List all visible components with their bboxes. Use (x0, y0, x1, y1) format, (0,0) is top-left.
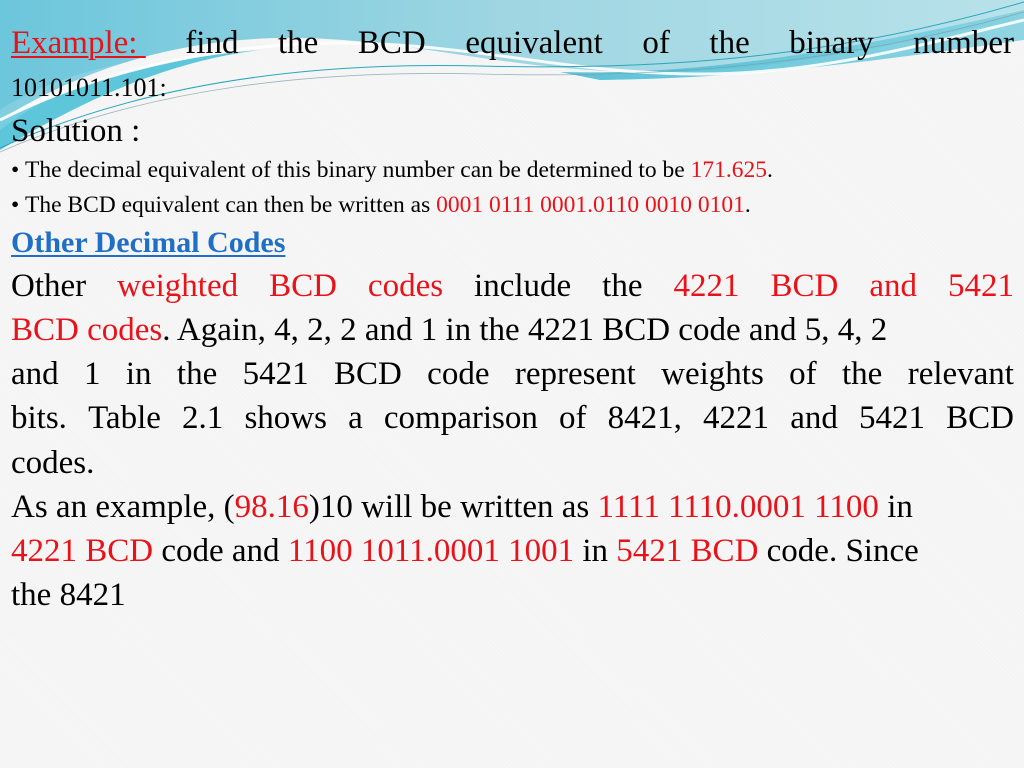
word: 5421 (858, 400, 925, 436)
example-word: BCD (357, 25, 426, 61)
word: BCD (269, 268, 337, 304)
bullet-item: • The BCD equivalent can then be written … (11, 192, 751, 219)
bcd-5421-value: 1100 1011.0001 1001 (287, 533, 575, 569)
decimal-example: 98.16 (234, 489, 309, 525)
word: of (789, 356, 817, 392)
example-word: of (642, 25, 670, 61)
paragraph-text: As an example, ( (11, 489, 235, 525)
paragraph-text: in (574, 533, 617, 569)
paragraph-line: and 1 in the 5421 BCD code represent wei… (11, 356, 1014, 393)
bullet-suffix: . (766, 157, 773, 183)
paragraph-text: . Again, 4, 2, 2 and 1 in the 4221 BCD c… (162, 312, 888, 348)
solution-label: Solution : (11, 113, 141, 149)
paragraph-text: code. Since (758, 533, 919, 569)
bullet-marker: • (11, 192, 20, 218)
word: relevant (907, 356, 1014, 392)
word: shows (244, 400, 327, 436)
paragraph-line: BCD codes. Again, 4, 2, 2 and 1 in the 4… (11, 312, 887, 349)
word: bits. (11, 400, 67, 436)
paragraph-line: Other weighted BCD codes include the 422… (11, 268, 1014, 305)
example-word: number (913, 25, 1014, 61)
paragraph-text: code and (153, 533, 288, 569)
word: of (559, 400, 587, 436)
word: weights (661, 356, 764, 392)
word: 4221 (673, 268, 740, 304)
code-4221-label: 4221 BCD (11, 533, 154, 569)
example-word: the (709, 25, 750, 61)
bcd-4221-value: 1111 1110.0001 1100 (597, 489, 879, 525)
word: 5421 (947, 268, 1014, 304)
word: 4221 (703, 400, 770, 436)
paragraph-line: As an example, (98.16)10 will be written… (11, 489, 913, 526)
bullet-item: • The decimal equivalent of this binary n… (11, 157, 773, 184)
word: a (348, 400, 363, 436)
paragraph-line: codes. (11, 445, 95, 481)
paragraph-text: in (878, 489, 913, 525)
example-word: equivalent (465, 25, 603, 61)
word: and (869, 268, 917, 304)
paragraph-line: 4221 BCD code and 1100 1011.0001 1001 in… (11, 533, 919, 570)
bullet-suffix: . (744, 192, 751, 218)
section-heading: Other Decimal Codes (11, 226, 286, 259)
bullet-text: The BCD equivalent can then be written a… (25, 192, 437, 218)
bullet-text: The decimal equivalent of this binary nu… (25, 157, 691, 183)
decimal-value: 171.625 (690, 157, 767, 183)
example-word: find (185, 25, 239, 61)
example-word: the (278, 25, 319, 61)
word: Table (88, 400, 161, 436)
word: comparison (383, 400, 538, 436)
word: BCD (333, 356, 402, 392)
word: and (790, 400, 838, 436)
word: and (11, 356, 59, 392)
word: 2.1 (182, 400, 224, 436)
word: 1 (84, 356, 101, 392)
word: BCD (946, 400, 1014, 436)
example-line: Example: find the BCD equivalent of the … (11, 25, 1014, 62)
word: codes (367, 268, 444, 304)
word: BCD (770, 268, 839, 304)
word: Other (11, 268, 87, 304)
paragraph-line: bits. Table 2.1 shows a comparison of 84… (11, 400, 1014, 437)
bullet-marker: • (11, 157, 20, 183)
word: 8421, (607, 400, 682, 436)
word: code (427, 356, 490, 392)
binary-number: 10101011.101: (11, 73, 167, 102)
example-label: Example: (11, 25, 146, 61)
bcd-value: 0001 0111 0001.0110 0010 0101 (436, 192, 745, 218)
word: weighted (117, 268, 239, 304)
word: the (842, 356, 883, 392)
word: the (176, 356, 218, 392)
word: 5421 (242, 356, 309, 392)
word: represent (514, 356, 636, 392)
code-5421-label: 5421 BCD (616, 533, 759, 569)
paragraph-line: the 8421 (11, 577, 126, 613)
example-word: binary (789, 25, 874, 61)
word: include (474, 268, 572, 304)
paragraph-text: )10 will be written as (308, 489, 598, 525)
word: in (125, 356, 152, 392)
bcd-codes-highlight: BCD codes (11, 312, 163, 348)
word: the (602, 268, 643, 304)
